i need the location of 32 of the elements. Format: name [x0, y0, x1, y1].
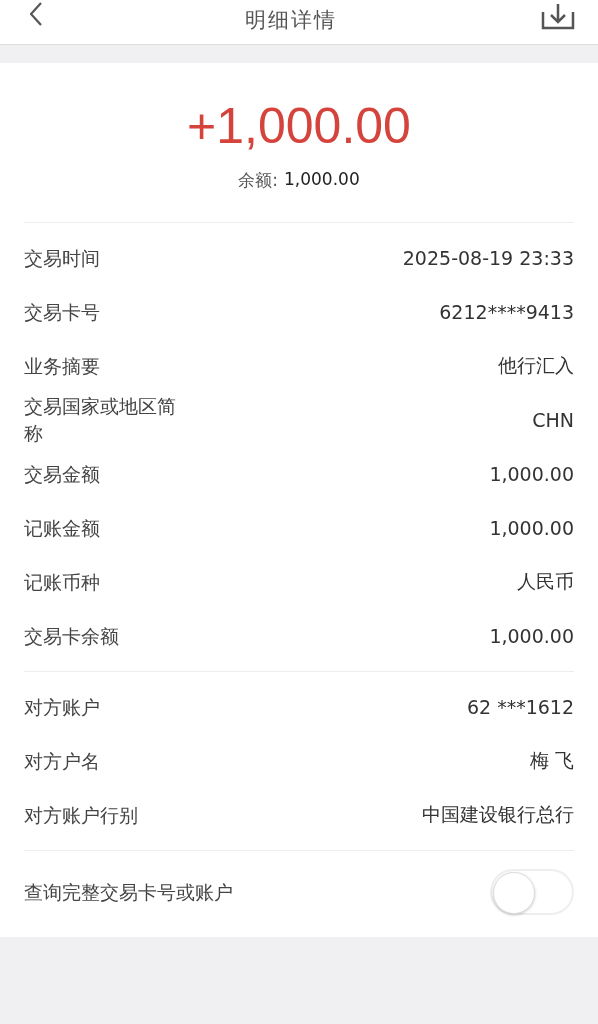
- field-label: 记账币种: [24, 569, 100, 595]
- field-label: 记账金额: [24, 515, 100, 541]
- field-value: 梅 飞: [529, 748, 574, 773]
- field-value: 6212****9413: [439, 301, 574, 323]
- field-label: 交易卡号: [24, 299, 100, 325]
- download-icon: [540, 2, 576, 32]
- back-icon: [30, 2, 42, 26]
- field-label: 交易时间: [24, 245, 100, 271]
- field-label: 对方户名: [24, 748, 100, 774]
- field-value: 1,000.00: [489, 463, 574, 485]
- balance-value: 1,000.00: [284, 169, 360, 191]
- field-value: 他行汇入: [498, 353, 574, 378]
- transaction-amount: +1,000.00: [187, 97, 411, 155]
- field-label: 交易卡余额: [24, 623, 119, 649]
- field-label: 交易国家或地区简称: [24, 394, 177, 446]
- field-label: 业务摘要: [24, 353, 100, 379]
- back-button[interactable]: [30, 2, 42, 26]
- field-value: 1,000.00: [489, 625, 574, 647]
- field-value: 2025-08-19 23:33: [402, 247, 574, 269]
- toggle-switch[interactable]: [490, 869, 574, 915]
- field-value: 人民币: [517, 569, 574, 594]
- download-button[interactable]: [540, 2, 576, 32]
- field-value: CHN: [532, 409, 574, 431]
- field-value: 1,000.00: [489, 517, 574, 539]
- toggle-label: 查询完整交易卡号或账户: [24, 879, 233, 905]
- field-value: 中国建设银行总行: [422, 802, 574, 827]
- field-value: 62 ***1612: [466, 696, 574, 718]
- field-label: 对方账户行别: [24, 802, 138, 828]
- page-title: 明细详情: [245, 7, 337, 34]
- field-label: 交易金额: [24, 461, 100, 487]
- field-label: 对方账户: [24, 694, 100, 720]
- balance-label: 余额:: [238, 169, 278, 192]
